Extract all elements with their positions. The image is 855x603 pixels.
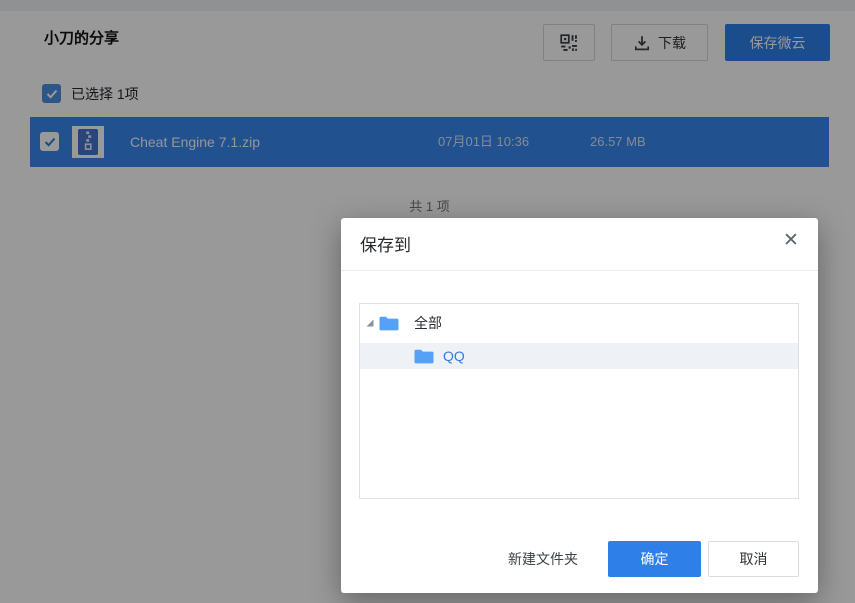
tree-item-label: QQ (443, 348, 465, 364)
folder-tree-panel: 全部 QQ (359, 303, 799, 499)
ok-button[interactable]: 确定 (608, 541, 701, 577)
folder-icon (414, 349, 434, 364)
save-to-dialog: 保存到 ✕ 全部 QQ 新建文件夹 确定 取消 (341, 218, 818, 593)
new-folder-link[interactable]: 新建文件夹 (508, 541, 578, 577)
dialog-title: 保存到 (360, 231, 411, 256)
tree-item-all[interactable]: 全部 (360, 309, 798, 337)
tree-expand-icon[interactable] (366, 319, 374, 327)
tree-item-label: 全部 (414, 313, 442, 333)
cancel-button[interactable]: 取消 (708, 541, 799, 577)
dialog-header-divider (341, 270, 818, 271)
close-icon[interactable]: ✕ (778, 228, 804, 254)
tree-item-qq[interactable]: QQ (360, 343, 798, 369)
weiyun-share-page: 小刀的分享 下载 保存微云 (0, 0, 855, 603)
folder-icon (379, 316, 399, 331)
